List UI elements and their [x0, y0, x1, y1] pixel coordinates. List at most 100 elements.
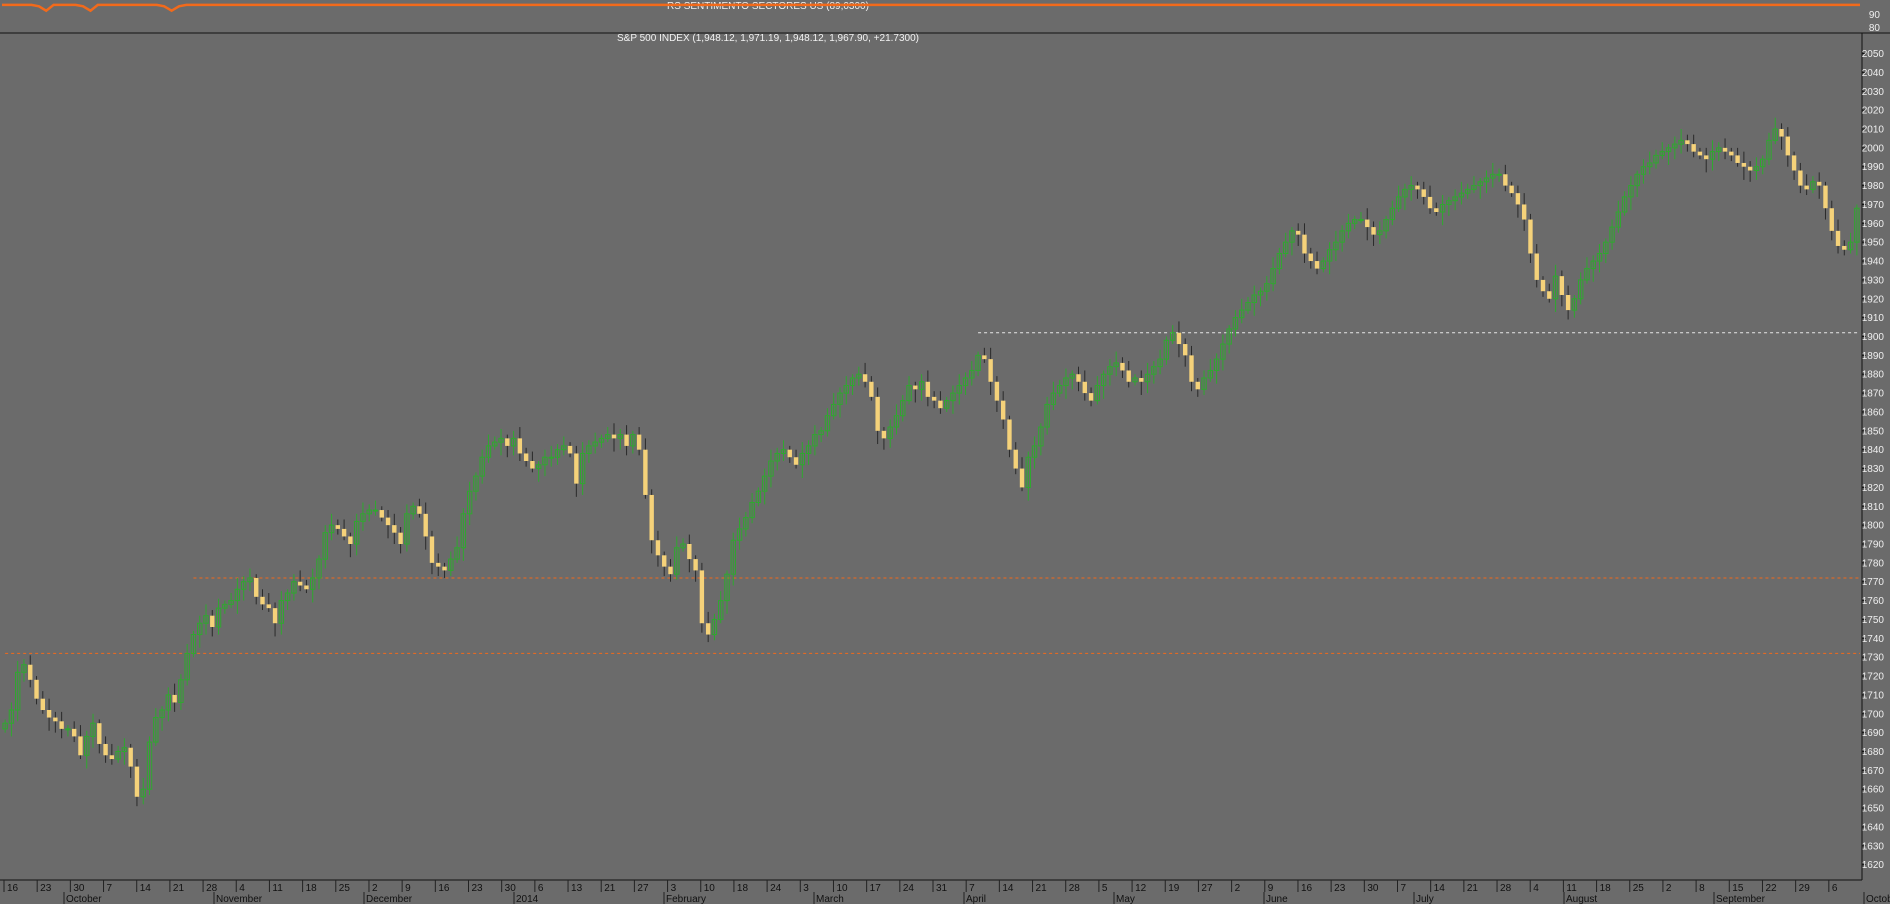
candle-down [172, 694, 177, 703]
y-tick-label: 2020 [1862, 106, 1885, 117]
candle-down [530, 461, 535, 469]
y-tick-label: 1640 [1862, 822, 1885, 833]
x-tick-label: 7 [1401, 883, 1407, 894]
x-tick-label: 2 [1666, 883, 1672, 894]
y-tick-label: 1680 [1862, 747, 1885, 758]
y-tick-label: 1630 [1862, 841, 1885, 852]
y-tick-label: 2040 [1862, 68, 1885, 79]
candle-down [1547, 291, 1552, 299]
candle-down [881, 430, 887, 439]
candle-down [1509, 185, 1514, 194]
candle-down [1697, 151, 1703, 156]
y-tick-label: 1770 [1862, 577, 1885, 588]
x-tick-label: 25 [339, 883, 351, 894]
x-tick-label: 23 [40, 883, 52, 894]
y-tick-label: 2000 [1862, 143, 1885, 154]
y-tick-label: 1860 [1862, 407, 1885, 418]
candle-down [636, 434, 642, 450]
candle-down [1434, 208, 1439, 212]
y-tick-label: 1840 [1862, 445, 1885, 456]
y-tick-label: 1850 [1862, 426, 1885, 437]
candle-down [693, 559, 698, 571]
x-tick-label: 23 [472, 883, 484, 894]
candle-down [1139, 378, 1144, 382]
y-tick-label: 1880 [1862, 370, 1885, 381]
month-label: November [216, 894, 263, 904]
candle-down [1559, 276, 1565, 295]
candle-down [134, 766, 140, 797]
x-tick-label: 3 [803, 883, 809, 894]
candle-down [1722, 147, 1728, 152]
chart-root: RS SENTIMENTO SECTORES US (89,0300) 90 8… [0, 0, 1890, 904]
candle-down [254, 577, 259, 597]
candle-down [1296, 230, 1301, 235]
y-tick-label: 1800 [1862, 521, 1885, 532]
candle-down [1691, 144, 1696, 152]
indicator-title: RS SENTIMENTO SECTORES US (89,0300) [667, 1, 869, 12]
candle-down [1823, 185, 1828, 209]
candle-down [517, 438, 523, 454]
candle-down [1183, 344, 1188, 356]
candle-down [1785, 136, 1791, 156]
x-tick-label: 7 [969, 883, 975, 894]
x-tick-label: 16 [438, 883, 450, 894]
x-tick-label: 11 [1566, 883, 1577, 894]
candle-down [1195, 381, 1200, 390]
candle-down [925, 381, 931, 397]
candle-down [304, 585, 309, 590]
candle-down [1176, 332, 1182, 345]
candle-down [28, 664, 33, 680]
y-tick-label: 1650 [1862, 804, 1885, 815]
indicator-tick-90: 90 [1869, 10, 1881, 21]
month-label: April [966, 894, 986, 904]
y-tick-label: 1730 [1862, 653, 1885, 664]
x-tick-label: 4 [1533, 883, 1539, 894]
x-tick-label: 13 [571, 883, 583, 894]
candle-down [128, 747, 133, 767]
candle-down [643, 449, 648, 495]
y-tick-label: 1960 [1862, 219, 1885, 230]
x-tick-label: 28 [1069, 883, 1081, 894]
candle-down [53, 717, 58, 722]
x-tick-label: 5 [1102, 883, 1108, 894]
candle-down [505, 438, 510, 446]
candle-down [423, 513, 428, 537]
y-tick-label: 1900 [1862, 332, 1885, 343]
x-tick-label: 16 [1301, 883, 1313, 894]
candle-down [1747, 166, 1753, 171]
x-tick-label: 29 [1799, 883, 1811, 894]
x-tick-label: 27 [1201, 883, 1213, 894]
x-tick-label: 2 [372, 883, 378, 894]
candle-down [913, 385, 918, 390]
candle-down [1371, 227, 1376, 235]
candle-down [348, 536, 353, 544]
x-tick-label: 11 [272, 883, 283, 894]
candle-down [260, 596, 265, 605]
candle-down [297, 581, 303, 586]
candle-down [341, 528, 347, 537]
candle-down [1528, 219, 1533, 254]
y-tick-label: 1750 [1862, 615, 1885, 626]
y-tick-label: 1950 [1862, 238, 1885, 249]
chart-background [0, 0, 1890, 904]
candle-down [266, 604, 271, 609]
month-label: March [816, 894, 844, 904]
candle-down [1415, 185, 1420, 190]
candle-down [1126, 370, 1131, 382]
x-tick-label: 14 [1434, 883, 1446, 894]
chart-canvas: RS SENTIMENTO SECTORES US (89,0300) 90 8… [0, 0, 1890, 904]
candle-down [1421, 189, 1426, 197]
candle-down [1013, 449, 1018, 469]
candle-down [1000, 400, 1006, 420]
x-tick-label: 15 [1732, 883, 1744, 894]
candle-down [1521, 204, 1527, 220]
candle-down [611, 434, 617, 439]
candle-down [379, 510, 384, 518]
candle-down [103, 743, 108, 756]
candle-down [1540, 279, 1546, 292]
month-label: December [366, 894, 413, 904]
y-tick-label: 1720 [1862, 672, 1885, 683]
y-tick-label: 1990 [1862, 162, 1885, 173]
candle-down [429, 536, 435, 563]
x-tick-label: 28 [206, 883, 218, 894]
